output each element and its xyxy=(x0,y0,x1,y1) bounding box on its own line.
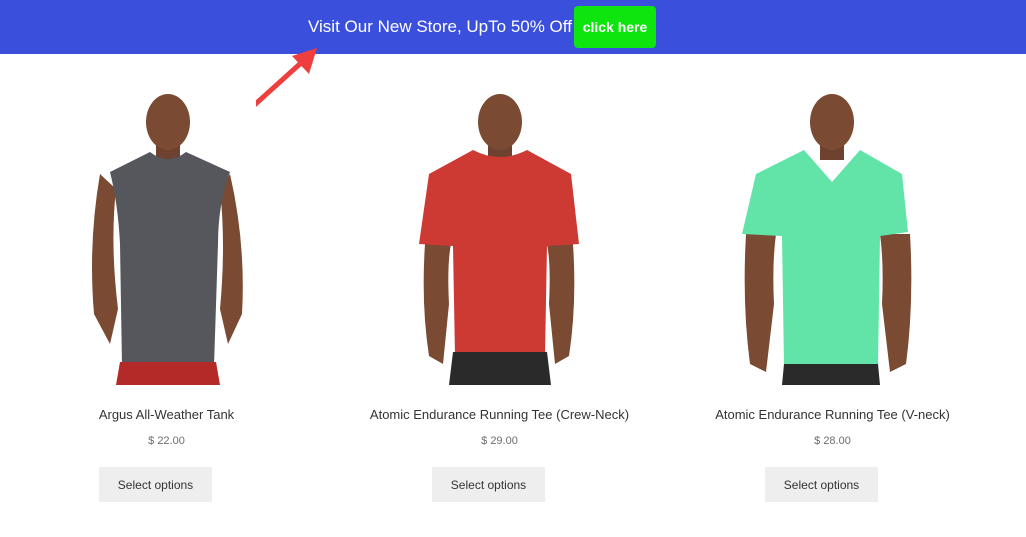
promo-banner: Visit Our New Store, UpTo 50% Off click … xyxy=(0,0,1026,54)
select-options-button[interactable]: Select options xyxy=(99,467,212,502)
product-price: $ 28.00 xyxy=(814,435,851,447)
product-title[interactable]: Atomic Endurance Running Tee (Crew-Neck) xyxy=(333,407,666,422)
product-title[interactable]: Atomic Endurance Running Tee (V-neck) xyxy=(666,407,999,422)
product-price: $ 22.00 xyxy=(148,435,185,447)
product-price: $ 29.00 xyxy=(481,435,518,447)
shirt xyxy=(110,152,230,366)
promo-text: Visit Our New Store, UpTo 50% Off xyxy=(308,17,572,36)
product-title[interactable]: Argus All-Weather Tank xyxy=(0,407,333,422)
select-options-button[interactable]: Select options xyxy=(432,467,545,502)
click-here-button[interactable]: click here xyxy=(574,6,656,48)
product-image[interactable] xyxy=(80,94,256,385)
product-image[interactable] xyxy=(740,94,916,385)
product-image[interactable] xyxy=(411,94,587,385)
select-options-button[interactable]: Select options xyxy=(765,467,878,502)
